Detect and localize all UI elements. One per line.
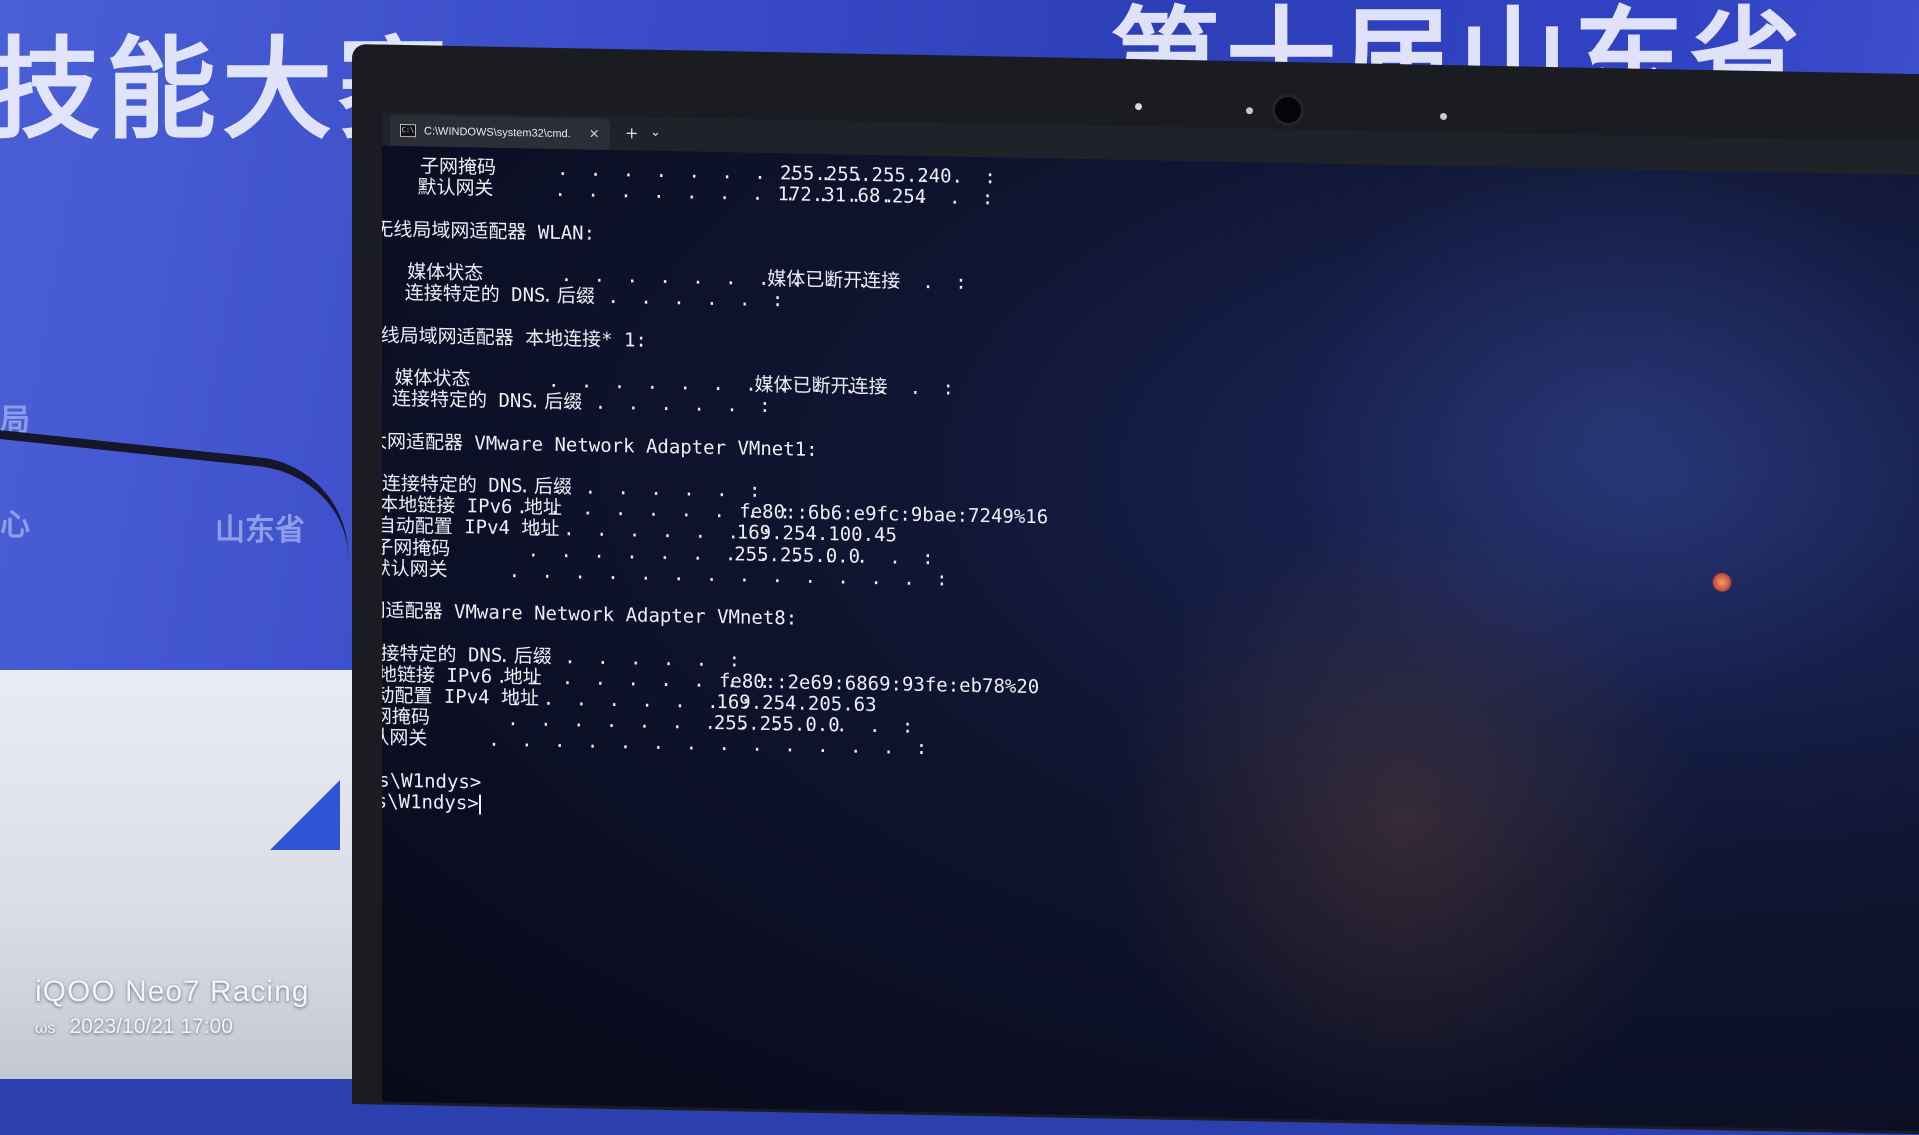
sensor-dot (1246, 107, 1253, 115)
sensor-dot (1135, 103, 1142, 111)
close-icon[interactable]: × (589, 127, 600, 142)
cmd-icon: C:\ (400, 123, 416, 138)
config-label: 默认网关 (382, 557, 448, 581)
config-value: 172.31.68.254 (777, 183, 927, 209)
text-cursor (478, 793, 481, 814)
webcam-icon (1275, 96, 1301, 124)
watermark-ws: ωs (35, 1020, 56, 1037)
screen-reflection (1102, 505, 1702, 1132)
chevron-down-icon[interactable]: ⌄ (650, 125, 661, 140)
leader-dots: . . . . . . . : (529, 390, 776, 418)
leader-dots: . . . . . . . : (541, 284, 789, 312)
camera-watermark: iQOO Neo7 Racing ωs 2023/10/21 17:00 (35, 975, 309, 1039)
command-prompt: C:\Users\W1ndys> (382, 788, 481, 815)
adapter-header: 无线局域网适配器 WLAN: (382, 218, 596, 245)
new-tab-button[interactable]: + (625, 123, 638, 142)
decorative-shape (270, 780, 340, 850)
config-label: 默认网关 (417, 176, 494, 200)
desktop-pet-icon (1712, 572, 1732, 593)
config-label: 默认网关 (382, 726, 428, 750)
tab-title: C:\WINDOWS\system32\cmd. (424, 124, 571, 140)
watermark-datetime: 2023/10/21 17:00 (69, 1015, 234, 1038)
adapter-header: 以太网适配器 VMware Network Adapter VMnet1: (382, 429, 818, 461)
adapter-header: 无线局域网适配器 本地连接* 1: (382, 323, 647, 352)
terminal-window[interactable]: C:\ C:\WINDOWS\system32\cmd. × + ⌄ 子网掩码.… (382, 111, 1919, 1132)
watermark-brand: iQOO Neo7 Racing (35, 975, 310, 1008)
tab-cmd[interactable]: C:\ C:\WINDOWS\system32\cmd. × (390, 114, 610, 150)
adapter-header: 以太网适配器 VMware Network Adapter VMnet8: (382, 598, 798, 630)
laptop-bezel: C:\ C:\WINDOWS\system32\cmd. × + ⌄ 子网掩码.… (352, 44, 1919, 1135)
sensor-dot (1440, 112, 1447, 121)
watermark-date-row: ωs 2023/10/21 17:00 (35, 1015, 309, 1039)
